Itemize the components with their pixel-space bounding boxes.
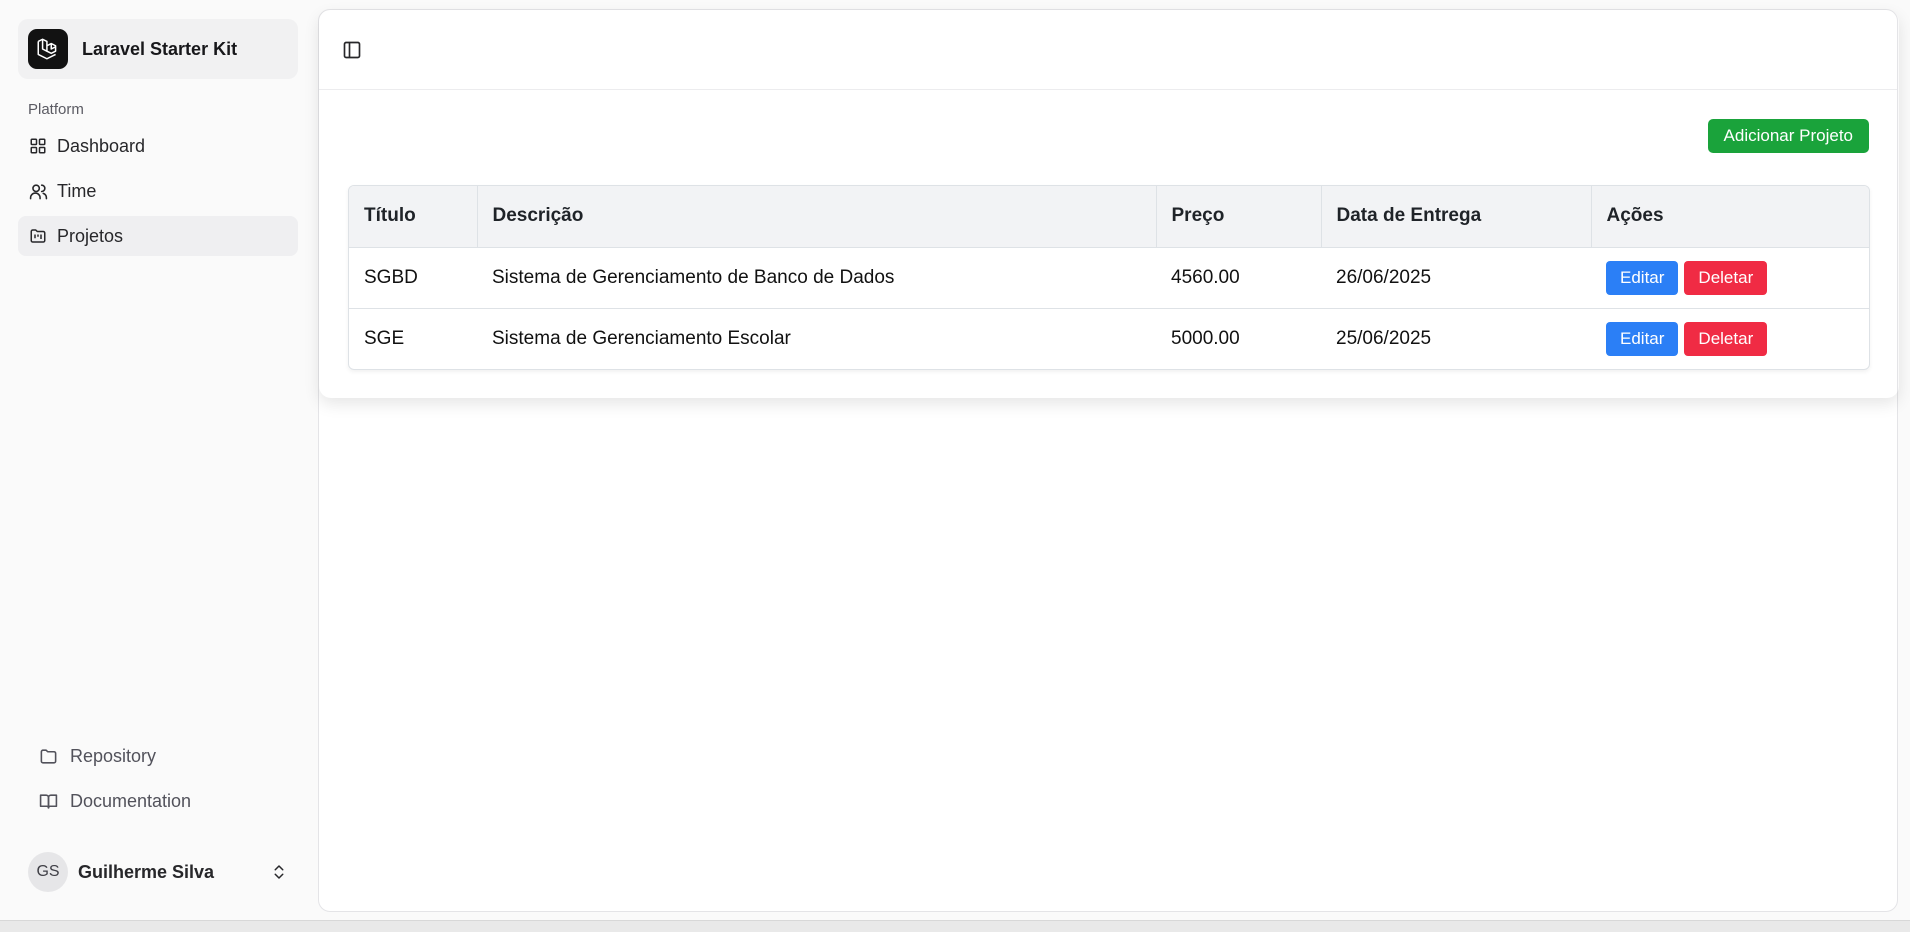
column-header-titulo: Título [349,186,478,247]
cell-data-entrega: 25/06/2025 [1321,307,1591,369]
main-nav: Dashboard Time Projetos [18,126,298,256]
edit-button[interactable]: Editar [1606,321,1679,356]
user-name: Guilherme Silva [78,861,215,882]
main-panel: Adicionar Projeto Título Descrição Preço… [318,9,1898,912]
repository-label: Repository [70,745,157,766]
sidebar-toggle-icon[interactable] [341,39,363,61]
sidebar-item-label: Dashboard [57,135,146,156]
cell-data-entrega: 26/06/2025 [1321,246,1591,308]
book-open-icon [38,791,58,811]
cell-preco: 5000.00 [1156,307,1321,369]
chevrons-up-down-icon [270,862,288,882]
window-bottom-edge [0,920,1910,932]
add-project-button[interactable]: Adicionar Projeto [1707,119,1869,153]
table-row: SGE Sistema de Gerenciamento Escolar 500… [349,307,1869,369]
cell-acoes: Editar Deletar [1591,246,1869,308]
laravel-logo-icon [28,29,68,69]
sidebar-item-time[interactable]: Time [18,171,298,211]
folder-kanban-icon [28,226,48,246]
users-icon [28,181,48,201]
sidebar-item-label: Projetos [57,225,124,246]
cell-preco: 4560.00 [1156,246,1321,308]
edit-button[interactable]: Editar [1606,260,1679,295]
user-menu[interactable]: GS Guilherme Silva [28,852,298,892]
cell-descricao: Sistema de Gerenciamento de Banco de Dad… [477,246,1156,308]
documentation-link[interactable]: Documentation [28,781,191,821]
repository-link[interactable]: Repository [28,736,191,776]
delete-button[interactable]: Deletar [1684,321,1768,356]
column-header-acoes: Ações [1591,186,1869,247]
layout-grid-icon [28,136,48,156]
folder-icon [38,746,58,766]
sidebar-footer-links: Repository Documentation [28,736,191,826]
brand-name: Laravel Starter Kit [82,38,238,59]
projects-table: Título Descrição Preço Data de Entrega A… [348,185,1870,370]
column-header-data-entrega: Data de Entrega [1321,186,1592,247]
cell-titulo: SGE [349,307,477,369]
avatar: GS [28,852,68,892]
column-header-descricao: Descrição [477,186,1157,247]
nav-group-label: Platform [28,101,84,118]
table-row: SGBD Sistema de Gerenciamento de Banco d… [349,246,1869,308]
brand[interactable]: Laravel Starter Kit [18,19,298,79]
column-header-preco: Preço [1156,186,1322,247]
sidebar-item-label: Time [57,180,97,201]
cell-titulo: SGBD [349,246,477,308]
sidebar-item-dashboard[interactable]: Dashboard [18,126,298,166]
cell-acoes: Editar Deletar [1591,307,1869,369]
topbar [319,10,1897,90]
cell-descricao: Sistema de Gerenciamento Escolar [477,307,1156,369]
delete-button[interactable]: Deletar [1684,260,1768,295]
table-header-row: Título Descrição Preço Data de Entrega A… [349,186,1869,247]
sidebar-item-projetos[interactable]: Projetos [18,216,298,256]
documentation-label: Documentation [70,790,192,811]
